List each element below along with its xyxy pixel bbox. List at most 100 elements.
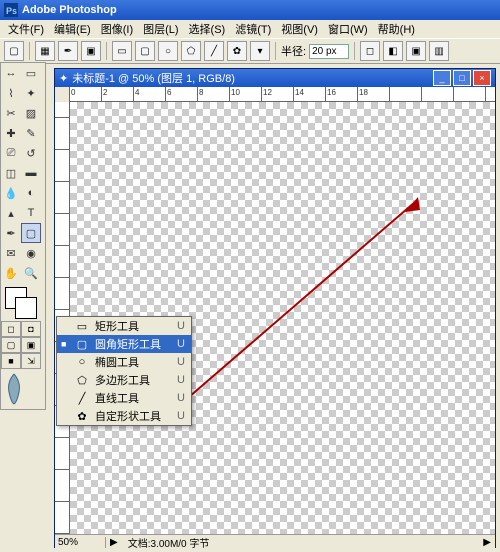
flyout-shortcut: U (177, 392, 185, 404)
feather-icon (1, 369, 45, 409)
screen-std-icon[interactable]: ▢ (1, 337, 21, 353)
svg-text:Ps: Ps (6, 6, 17, 16)
tool-gradient[interactable]: ▬ (21, 163, 41, 183)
tool-zoom[interactable]: 🔍 (21, 263, 41, 283)
combine-intersect-icon[interactable]: ▣ (406, 41, 426, 61)
tool-move[interactable]: ↔ (1, 63, 21, 83)
screen-full-menu-icon[interactable]: ▣ (21, 337, 41, 353)
menu-view[interactable]: 视图(V) (277, 20, 322, 38)
flyout-shortcut: U (177, 410, 185, 422)
flyout-item-2[interactable]: ○ 椭圆工具 U (57, 353, 191, 371)
flyout-item-0[interactable]: ▭矩形工具U (57, 317, 191, 335)
ruler-tick: 18 (359, 88, 368, 97)
standard-mode-icon[interactable]: ◻ (1, 321, 21, 337)
flyout-shortcut: U (177, 356, 185, 368)
tool-healing[interactable]: ✚ (1, 123, 21, 143)
flyout-item-3[interactable]: ⬠ 多边形工具 U (57, 371, 191, 389)
polygon-icon[interactable]: ⬠ (181, 41, 201, 61)
flyout-label: 多边形工具 (95, 372, 161, 388)
tool-dodge[interactable]: ◐ (21, 183, 41, 203)
zoom-level[interactable]: 50% (55, 537, 106, 548)
maximize-button[interactable]: □ (453, 70, 471, 86)
flyout-item-4[interactable]: ╱ 直线工具 U (57, 389, 191, 407)
flyout-shortcut: U (177, 338, 185, 350)
menu-filter[interactable]: 滤镜(T) (231, 20, 275, 38)
minimize-button[interactable]: _ (433, 70, 451, 86)
close-button[interactable]: × (473, 70, 491, 86)
ruler-tick: 6 (167, 88, 171, 97)
document-title: 未标题-1 @ 50% (图层 1, RGB/8) (72, 70, 235, 86)
menu-image[interactable]: 图像(I) (97, 20, 137, 38)
combine-add-icon[interactable]: ◻ (360, 41, 380, 61)
rect-icon[interactable]: ▭ (112, 41, 132, 61)
menu-edit[interactable]: 编辑(E) (50, 20, 95, 38)
tool-lasso[interactable]: ⌇ (1, 83, 21, 103)
menu-help[interactable]: 帮助(H) (374, 20, 419, 38)
quickmask-mode-icon[interactable]: ◘ (21, 321, 41, 337)
paths-icon[interactable]: ✒ (58, 41, 78, 61)
toolbox: ↔▭⌇✦✂▨✚✎⎚↺◫▬💧◐▴T✒▢✉◉✋🔍◻◘▢▣■⇲ (0, 62, 46, 410)
document-window: ✦ 未标题-1 @ 50% (图层 1, RGB/8) _ □ × 024681… (54, 68, 496, 548)
flyout-label: 椭圆工具 (95, 354, 161, 370)
tool-pen[interactable]: ✒ (1, 223, 21, 243)
fill-pixels-icon[interactable]: ▣ (81, 41, 101, 61)
tool-marquee[interactable]: ▭ (21, 63, 41, 83)
combine-subtract-icon[interactable]: ◧ (383, 41, 403, 61)
tool-slice[interactable]: ▨ (21, 103, 41, 123)
app-title: Adobe Photoshop (22, 4, 117, 16)
tool-type[interactable]: T (21, 203, 41, 223)
color-swatches[interactable] (1, 285, 43, 321)
flyout-label: 直线工具 (95, 390, 161, 406)
tool-eyedropper[interactable]: ◉ (21, 243, 41, 263)
ruler-tick: 16 (327, 88, 336, 97)
background-color[interactable] (15, 297, 37, 319)
shape-icon: ▭ (75, 319, 89, 333)
screen-full-icon[interactable]: ■ (1, 353, 21, 369)
shape-icon: ✿ (75, 409, 89, 423)
shape-icon: ⬠ (75, 373, 89, 387)
menu-select[interactable]: 选择(S) (185, 20, 230, 38)
annotation-arrow (160, 192, 430, 422)
tool-hand[interactable]: ✋ (1, 263, 21, 283)
tool-wand[interactable]: ✦ (21, 83, 41, 103)
tool-notes[interactable]: ✉ (1, 243, 21, 263)
shape-icon: ▢ (75, 337, 89, 351)
tool-blur[interactable]: 💧 (1, 183, 21, 203)
jump-to-icon[interactable]: ⇲ (21, 353, 41, 369)
shape-icon: ○ (75, 355, 89, 369)
flyout-label: 自定形状工具 (95, 408, 161, 424)
ellipse-icon[interactable]: ○ (158, 41, 178, 61)
tool-stamp[interactable]: ⎚ (1, 143, 21, 163)
menu-file[interactable]: 文件(F) (4, 20, 48, 38)
menu-layer[interactable]: 图层(L) (139, 20, 182, 38)
flyout-item-1[interactable]: ■▢圆角矩形工具U (57, 335, 191, 353)
document-titlebar[interactable]: ✦ 未标题-1 @ 50% (图层 1, RGB/8) _ □ × (55, 69, 495, 87)
flyout-shortcut: U (177, 374, 185, 386)
shape-tool-flyout: ▭矩形工具U■▢圆角矩形工具U ○ 椭圆工具 U ⬠ 多边形工具 U ╱ 直线工具 U ✿ 自定形状工… (56, 316, 192, 426)
tool-path-select[interactable]: ▴ (1, 203, 21, 223)
custom-shape-icon[interactable]: ✿ (227, 41, 247, 61)
ruler-tick: 4 (135, 88, 139, 97)
shape-layers-icon[interactable]: ▦ (35, 41, 55, 61)
status-bar: 50% ▶ 文档:3.00M/0 字节 ▶ (55, 534, 495, 549)
radius-input[interactable] (309, 44, 349, 59)
status-arrow-icon[interactable]: ▶ (106, 537, 122, 548)
flyout-item-5[interactable]: ✿ 自定形状工具 U (57, 407, 191, 425)
tool-preset-icon[interactable]: ▢ (4, 41, 24, 61)
tool-history-brush[interactable]: ↺ (21, 143, 41, 163)
ruler-tick: 0 (71, 88, 75, 97)
combine-exclude-icon[interactable]: ▥ (429, 41, 449, 61)
geometry-options-icon[interactable]: ▾ (250, 41, 270, 61)
tool-shape[interactable]: ▢ (21, 223, 41, 243)
tool-brush[interactable]: ✎ (21, 123, 41, 143)
tool-eraser[interactable]: ◫ (1, 163, 21, 183)
tool-crop[interactable]: ✂ (1, 103, 21, 123)
rounded-rect-icon[interactable]: ▢ (135, 41, 155, 61)
ruler-horizontal[interactable]: 024681012141618 (69, 87, 495, 102)
ruler-tick: 12 (263, 88, 272, 97)
line-icon[interactable]: ╱ (204, 41, 224, 61)
shape-icon: ╱ (75, 391, 89, 405)
document-icon: ✦ (59, 72, 68, 85)
status-menu-icon[interactable]: ▶ (479, 537, 495, 548)
menu-window[interactable]: 窗口(W) (324, 20, 372, 38)
